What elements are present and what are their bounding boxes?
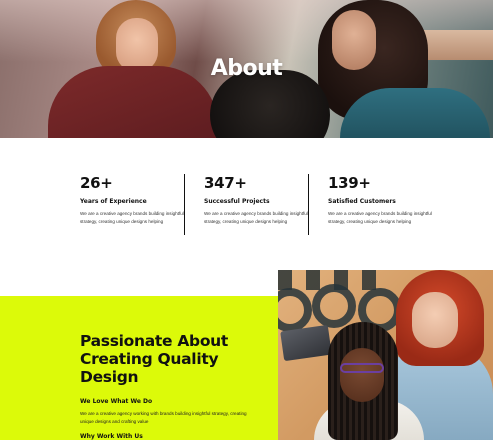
stat-experience: 26+ Years of Experience We are a creativ… xyxy=(80,174,190,225)
photo-person-face xyxy=(340,348,384,402)
photo-wall-ring xyxy=(312,284,356,328)
why-work-heading: Why Work With Us xyxy=(80,433,143,440)
feature-subheading: We Love What We Do xyxy=(80,398,153,405)
stat-customers: 139+ Satisfied Customers We are a creati… xyxy=(328,174,438,225)
stat-description: We are a creative agency brands building… xyxy=(80,211,184,224)
photo-wall-ring xyxy=(278,288,312,332)
feature-paragraph: We are a creative agency working with br… xyxy=(80,411,247,424)
photo-tablet xyxy=(280,324,332,362)
hero-person-top xyxy=(340,88,490,138)
page-title: About xyxy=(210,56,283,81)
photo-person-face xyxy=(412,292,458,348)
stat-number: 139+ xyxy=(328,174,371,192)
stat-label: Successful Projects xyxy=(204,198,270,205)
feature-panel: Passionate About Creating Quality Design… xyxy=(0,296,280,440)
stat-projects: 347+ Successful Projects We are a creati… xyxy=(204,174,314,225)
stat-label: Years of Experience xyxy=(80,198,147,205)
stat-number: 347+ xyxy=(204,174,247,192)
stat-description: We are a creative agency brands building… xyxy=(204,211,308,224)
stat-divider xyxy=(184,174,185,235)
team-photo xyxy=(278,270,493,440)
stat-number: 26+ xyxy=(80,174,113,192)
stat-label: Satisfied Customers xyxy=(328,198,396,205)
stat-description: We are a creative agency brands building… xyxy=(328,211,432,224)
feature-headline: Passionate About Creating Quality Design xyxy=(80,332,229,386)
stat-divider xyxy=(308,174,309,235)
photo-glasses xyxy=(340,363,384,373)
hero-banner: About xyxy=(0,0,493,138)
